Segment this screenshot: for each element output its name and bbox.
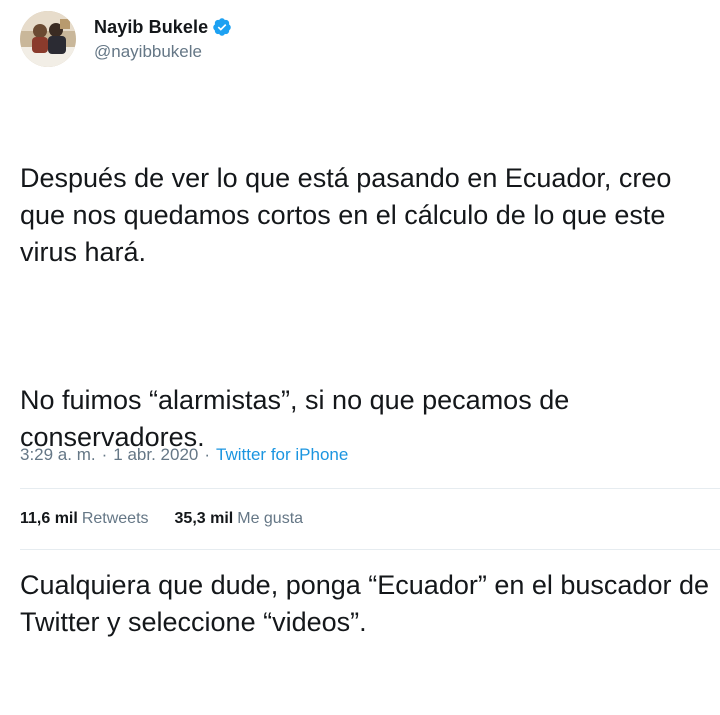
- divider: [20, 488, 720, 489]
- tweet-source-link[interactable]: Twitter for iPhone: [216, 445, 348, 465]
- likes-stat[interactable]: 35,3 mil Me gusta: [175, 510, 304, 528]
- tweet-metadata: 3:29 a. m. · 1 abr. 2020 · Twitter for i…: [20, 445, 348, 465]
- likes-label: Me gusta: [237, 510, 304, 527]
- retweets-label: Retweets: [81, 510, 149, 527]
- verified-badge-icon: [212, 17, 232, 37]
- divider: [20, 549, 720, 550]
- tweet-container: Nayib Bukele @nayibbukele Después de ver…: [0, 0, 720, 637]
- likes-count: 35,3 mil: [174, 510, 234, 527]
- retweets-count: 11,6 mil: [20, 510, 78, 527]
- tweet-header: Nayib Bukele @nayibbukele: [20, 9, 232, 69]
- avatar[interactable]: [20, 11, 76, 67]
- author-display-name[interactable]: Nayib Bukele: [94, 17, 208, 38]
- tweet-stats: 11,6 mil Retweets 35,3 mil Me gusta: [20, 510, 303, 528]
- tweet-paragraph-1: Después de ver lo que está pasando en Ec…: [20, 163, 679, 267]
- author-handle[interactable]: @nayibbukele: [94, 42, 232, 62]
- tweet-paragraph-3: Cualquiera que dude, ponga “Ecuador” en …: [20, 570, 717, 637]
- meta-separator: ·: [101, 445, 108, 464]
- tweet-text: Después de ver lo que está pasando en Ec…: [20, 86, 710, 715]
- meta-separator: ·: [204, 445, 211, 464]
- retweets-stat[interactable]: 11,6 mil Retweets: [20, 510, 149, 528]
- tweet-time[interactable]: 3:29 a. m.: [20, 445, 96, 465]
- author-names: Nayib Bukele @nayibbukele: [94, 17, 232, 62]
- tweet-date[interactable]: 1 abr. 2020: [113, 445, 198, 465]
- name-row: Nayib Bukele: [94, 17, 232, 38]
